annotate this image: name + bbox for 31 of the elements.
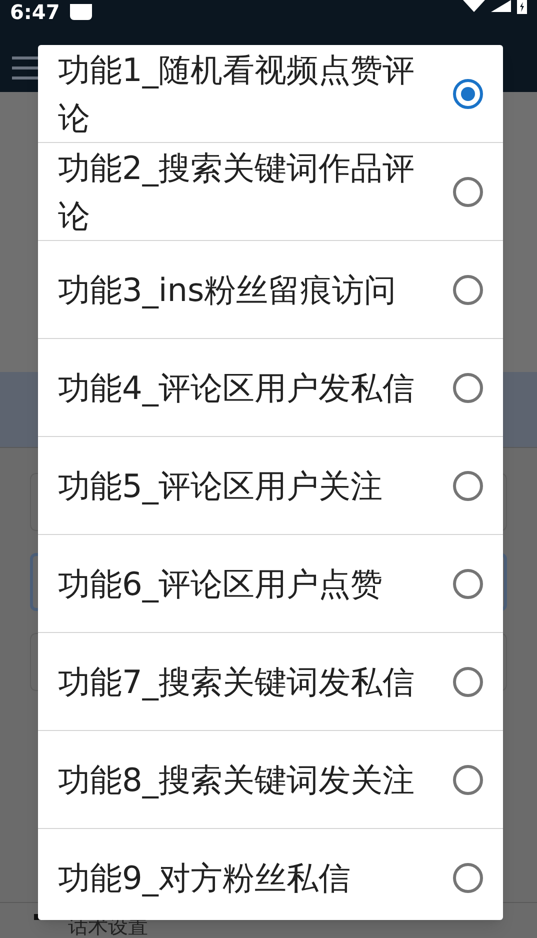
- option-row[interactable]: 功能3_ins粉丝留痕访问: [38, 241, 503, 339]
- option-row[interactable]: 功能1_随机看视频点赞评论: [38, 45, 503, 143]
- radio-button[interactable]: [453, 470, 483, 500]
- radio-button[interactable]: [453, 568, 483, 598]
- status-time: 6:47: [10, 0, 60, 24]
- option-label: 功能8_搜索关键词发关注: [58, 760, 416, 800]
- option-label: 功能6_评论区用户点赞: [58, 564, 384, 604]
- option-row[interactable]: 功能5_评论区用户关注: [38, 437, 503, 535]
- radio-button[interactable]: [453, 372, 483, 402]
- radio-button[interactable]: [453, 863, 483, 893]
- radio-button[interactable]: [453, 274, 483, 304]
- option-row[interactable]: 功能9_对方粉丝私信: [38, 829, 503, 920]
- option-label: 功能5_评论区用户关注: [58, 466, 384, 506]
- option-label: 功能1_随机看视频点赞评论: [58, 50, 416, 138]
- option-row[interactable]: 功能4_评论区用户发私信: [38, 339, 503, 437]
- option-row[interactable]: 功能8_搜索关键词发关注: [38, 731, 503, 829]
- signal-icon: [491, 0, 511, 12]
- option-label: 功能4_评论区用户发私信: [58, 368, 416, 408]
- option-row[interactable]: 功能2_搜索关键词作品评论: [38, 143, 503, 241]
- radio-button[interactable]: [453, 176, 483, 206]
- notification-icon: [70, 4, 92, 20]
- option-row[interactable]: 功能6_评论区用户点赞: [38, 535, 503, 633]
- radio-button[interactable]: [453, 764, 483, 794]
- option-label: 功能2_搜索关键词作品评论: [58, 148, 416, 236]
- option-label: 功能3_ins粉丝留痕访问: [58, 270, 398, 310]
- option-label: 功能9_对方粉丝私信: [58, 858, 352, 899]
- radio-button[interactable]: [453, 78, 483, 108]
- wifi-icon: [463, 0, 485, 12]
- option-row[interactable]: 功能7_搜索关键词发私信: [38, 633, 503, 731]
- option-label: 功能7_搜索关键词发私信: [58, 662, 416, 702]
- radio-button[interactable]: [453, 666, 483, 696]
